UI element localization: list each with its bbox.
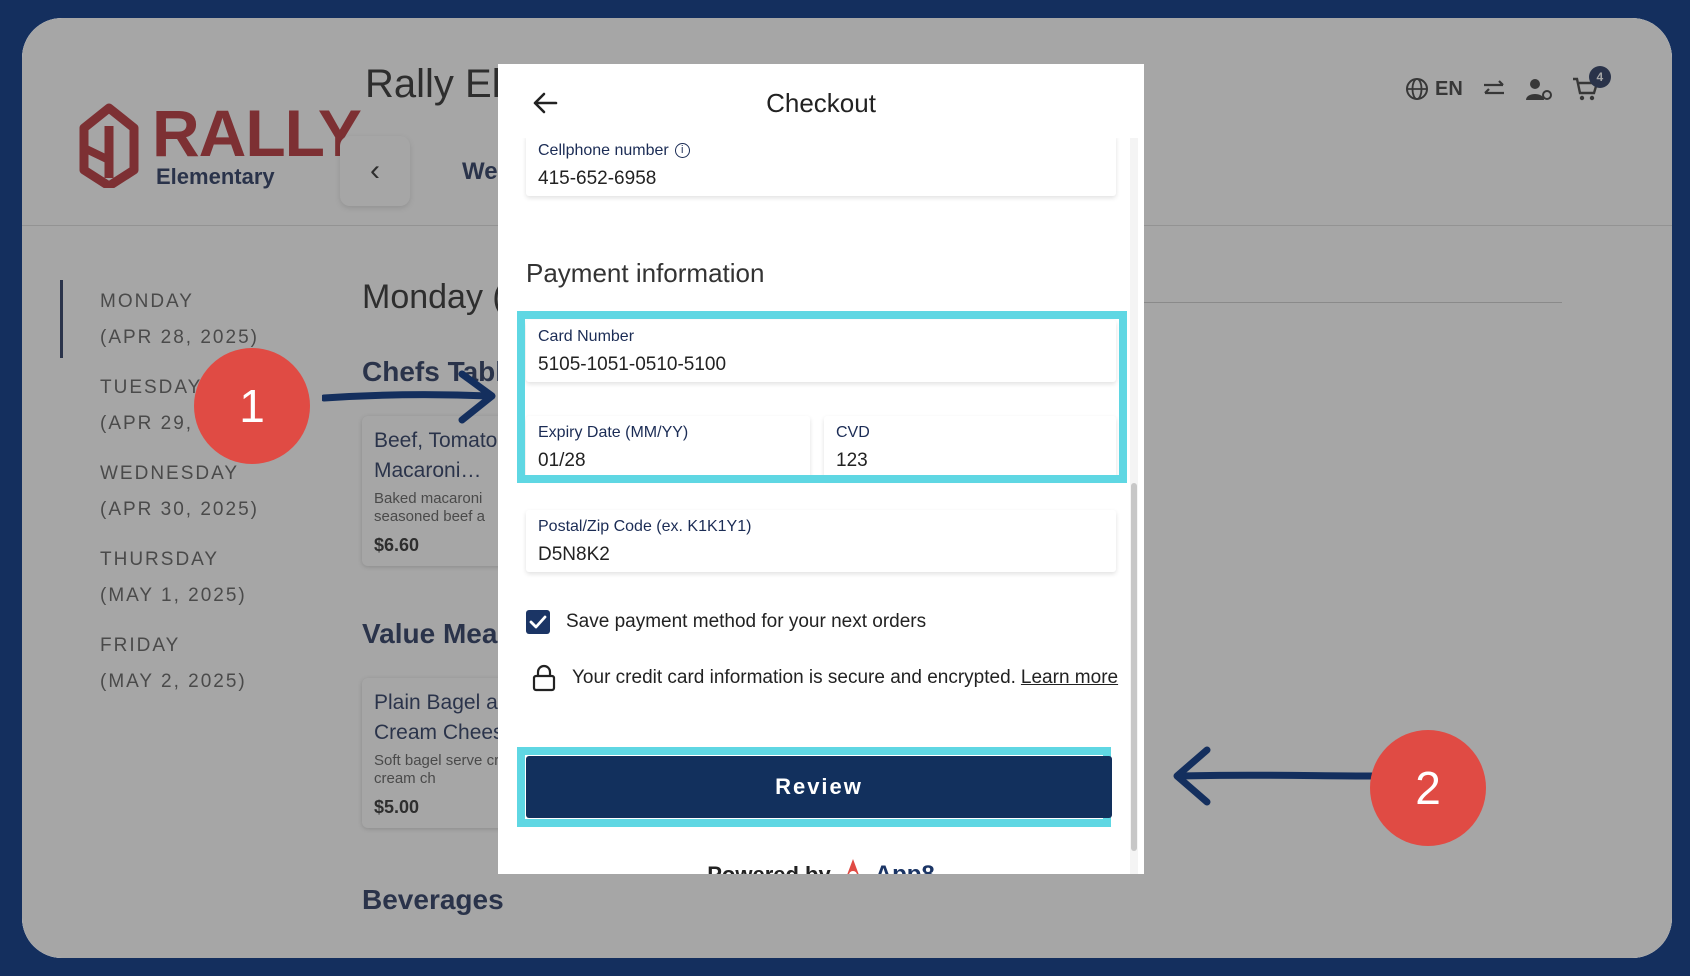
annotation-arrow-2 xyxy=(1173,746,1377,806)
learn-more-link[interactable]: Learn more xyxy=(1021,667,1118,688)
card-details-highlight xyxy=(517,311,1127,483)
info-icon[interactable]: i xyxy=(674,143,690,158)
app8-logo-icon xyxy=(847,859,859,874)
modal-scrollbar[interactable] xyxy=(1130,138,1138,874)
postal-code-label: Postal/Zip Code (ex. K1K1Y1) xyxy=(538,518,752,535)
checkout-modal: Checkout Cellphone number i 415-652-6958 … xyxy=(498,64,1144,874)
lock-icon xyxy=(532,664,556,692)
payment-heading: Payment information xyxy=(526,258,765,288)
security-text: Your credit card information is secure a… xyxy=(572,667,1118,689)
step-2-badge: 2 xyxy=(1370,730,1486,846)
powered-by-brand: App8 xyxy=(875,861,935,874)
postal-code-value: D5N8K2 xyxy=(538,544,610,565)
powered-by-footer: Powered by App8 xyxy=(498,857,1144,874)
save-payment-label: Save payment method for your next orders xyxy=(566,611,927,632)
modal-header: Checkout xyxy=(498,64,1144,138)
review-button[interactable]: Review xyxy=(526,756,1112,818)
save-payment-row[interactable]: Save payment method for your next orders xyxy=(526,610,926,634)
postal-code-field[interactable]: Postal/Zip Code (ex. K1K1Y1) D5N8K2 xyxy=(526,510,1116,572)
powered-by-label: Powered by xyxy=(707,862,830,874)
field-label: Cellphone number i xyxy=(538,142,690,160)
annotation-arrow-1 xyxy=(322,370,496,424)
security-notice: Your credit card information is secure a… xyxy=(532,664,1118,692)
cellphone-field[interactable]: Cellphone number i 415-652-6958 xyxy=(526,134,1116,196)
save-payment-checkbox[interactable] xyxy=(526,610,550,634)
checkout-form: Cellphone number i 415-652-6958 Payment i… xyxy=(498,64,1144,874)
cellphone-value: 415-652-6958 xyxy=(538,168,657,189)
modal-title: Checkout xyxy=(766,88,876,118)
step-1-badge: 1 xyxy=(194,348,310,464)
cellphone-label: Cellphone number xyxy=(538,142,669,159)
checkmark-icon xyxy=(529,615,547,629)
screenshot-frame: RALLY Elementary Rally El ‹ We EN 4 MOND… xyxy=(22,18,1672,958)
scrollbar-thumb[interactable] xyxy=(1131,483,1137,851)
security-message: Your credit card information is secure a… xyxy=(572,667,1016,688)
